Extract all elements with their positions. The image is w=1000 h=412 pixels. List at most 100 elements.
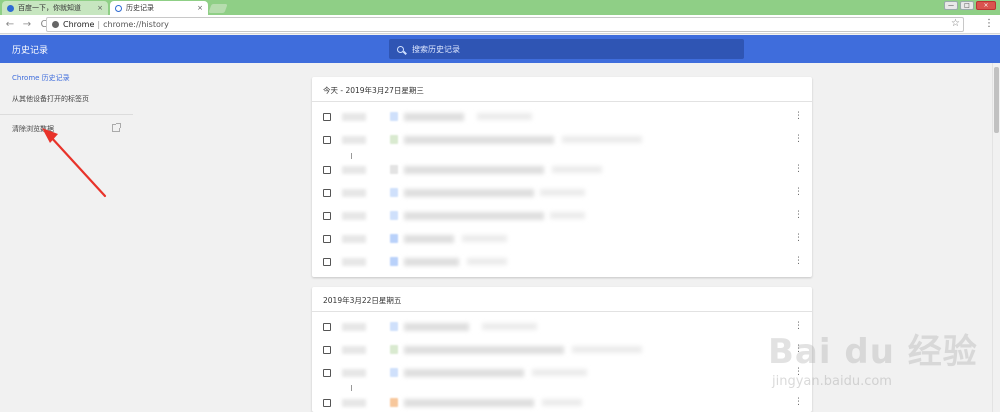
row-checkbox[interactable] (323, 346, 331, 354)
annotation-arrow (42, 128, 107, 198)
row-title-blurred[interactable] (404, 113, 464, 121)
row-domain-blurred (542, 399, 582, 406)
minimize-button[interactable]: — (944, 1, 958, 10)
row-title-blurred[interactable] (404, 346, 564, 354)
row-time-blurred (342, 323, 366, 331)
watermark-url: jingyan.baidu.com (772, 374, 892, 389)
date-heading: 2019年3月22日星期五 (323, 296, 402, 305)
favicon-icon (390, 112, 398, 121)
row-domain-blurred (540, 189, 585, 196)
history-row[interactable]: ⋮ (312, 133, 812, 149)
baidu-jingyan-watermark: Bai du 经验 jingyan.baidu.com (768, 324, 990, 400)
search-icon (397, 45, 404, 53)
row-menu-icon[interactable]: ⋮ (794, 111, 803, 121)
card-divider (312, 101, 812, 102)
favicon-icon (390, 211, 398, 220)
row-title-blurred[interactable] (404, 212, 544, 220)
history-row[interactable]: ⋮ (312, 255, 812, 271)
history-card-march-22: 2019年3月22日星期五 ⋮ ⋮ ⋮ ⋮ (312, 287, 812, 412)
favicon-icon (390, 135, 398, 144)
row-checkbox[interactable] (323, 258, 331, 266)
row-domain-blurred (550, 212, 585, 219)
row-menu-icon[interactable]: ⋮ (794, 210, 803, 220)
new-tab-button[interactable] (208, 4, 228, 13)
row-domain-blurred (482, 323, 537, 330)
row-checkbox[interactable] (323, 166, 331, 174)
row-time-blurred (342, 258, 366, 266)
favicon-icon (390, 188, 398, 197)
history-row[interactable]: ⋮ (312, 396, 812, 412)
row-time-blurred (342, 136, 366, 144)
row-title-blurred[interactable] (404, 136, 554, 144)
row-menu-icon[interactable]: ⋮ (794, 233, 803, 243)
favicon-icon (390, 234, 398, 243)
history-card-today: 今天 - 2019年3月27日星期三 ⋮ ⋮ ⋮ ⋮ ⋮ ⋮ ⋮ (312, 77, 812, 277)
search-box[interactable] (389, 39, 744, 59)
row-menu-icon[interactable]: ⋮ (794, 187, 803, 197)
timeline-tick (351, 153, 352, 159)
row-domain-blurred (552, 166, 602, 173)
row-checkbox[interactable] (323, 369, 331, 377)
scrollbar-thumb[interactable] (994, 67, 999, 133)
row-title-blurred[interactable] (404, 235, 454, 243)
history-row[interactable]: ⋮ (312, 343, 812, 359)
row-time-blurred (342, 399, 366, 407)
row-domain-blurred (572, 346, 642, 353)
search-input[interactable] (412, 44, 712, 54)
window-controls: — □ × (944, 1, 996, 10)
row-time-blurred (342, 166, 366, 174)
card-divider (312, 311, 812, 312)
row-domain-blurred (467, 258, 507, 265)
watermark-logo: Bai du 经验 (768, 332, 978, 372)
row-checkbox[interactable] (323, 235, 331, 243)
row-time-blurred (342, 212, 366, 220)
close-icon[interactable]: × (197, 4, 203, 12)
row-title-blurred[interactable] (404, 258, 459, 266)
history-row[interactable]: ⋮ (312, 163, 812, 179)
history-row[interactable]: ⋮ (312, 366, 812, 382)
row-time-blurred (342, 346, 366, 354)
row-checkbox[interactable] (323, 136, 331, 144)
history-row[interactable]: ⋮ (312, 209, 812, 225)
row-menu-icon[interactable]: ⋮ (794, 134, 803, 144)
row-title-blurred[interactable] (404, 189, 534, 197)
page-scrollbar[interactable] (992, 63, 1000, 412)
row-time-blurred (342, 235, 366, 243)
row-menu-icon[interactable]: ⋮ (794, 256, 803, 266)
window-close-button[interactable]: × (976, 1, 996, 10)
browser-menu-icon[interactable]: ⋮ (984, 18, 994, 29)
browser-toolbar: ← → C Chrome | chrome://history ☆ ⋮ (0, 15, 1000, 34)
row-title-blurred[interactable] (404, 166, 544, 174)
row-domain-blurred (532, 369, 587, 376)
row-time-blurred (342, 369, 366, 377)
row-title-blurred[interactable] (404, 323, 469, 331)
history-row[interactable]: ⋮ (312, 232, 812, 248)
row-checkbox[interactable] (323, 113, 331, 121)
favicon-icon (390, 368, 398, 377)
tab-strip: 百度一下，你就知道 × 历史记录 × — □ × (0, 0, 1000, 15)
row-title-blurred[interactable] (404, 369, 524, 377)
row-checkbox[interactable] (323, 323, 331, 331)
bookmark-star-icon[interactable]: ☆ (951, 18, 960, 29)
timeline-tick (351, 385, 352, 391)
history-row[interactable]: ⋮ (312, 320, 812, 336)
row-title-blurred[interactable] (404, 399, 534, 407)
history-row[interactable]: ⋮ (312, 186, 812, 202)
history-header: 历史记录 (0, 35, 1000, 63)
maximize-button[interactable]: □ (960, 1, 974, 10)
row-domain-blurred (477, 113, 532, 120)
favicon-icon (390, 165, 398, 174)
row-checkbox[interactable] (323, 399, 331, 407)
favicon-icon (390, 322, 398, 331)
row-time-blurred (342, 189, 366, 197)
row-checkbox[interactable] (323, 189, 331, 197)
row-domain-blurred (562, 136, 642, 143)
row-time-blurred (342, 113, 366, 121)
address-bar[interactable]: Chrome | chrome://history ☆ (46, 17, 964, 32)
history-row[interactable]: ⋮ (312, 110, 812, 126)
favicon-icon (390, 345, 398, 354)
favicon-icon (390, 257, 398, 266)
date-heading: 今天 - 2019年3月27日星期三 (323, 86, 424, 95)
row-checkbox[interactable] (323, 212, 331, 220)
row-menu-icon[interactable]: ⋮ (794, 164, 803, 174)
